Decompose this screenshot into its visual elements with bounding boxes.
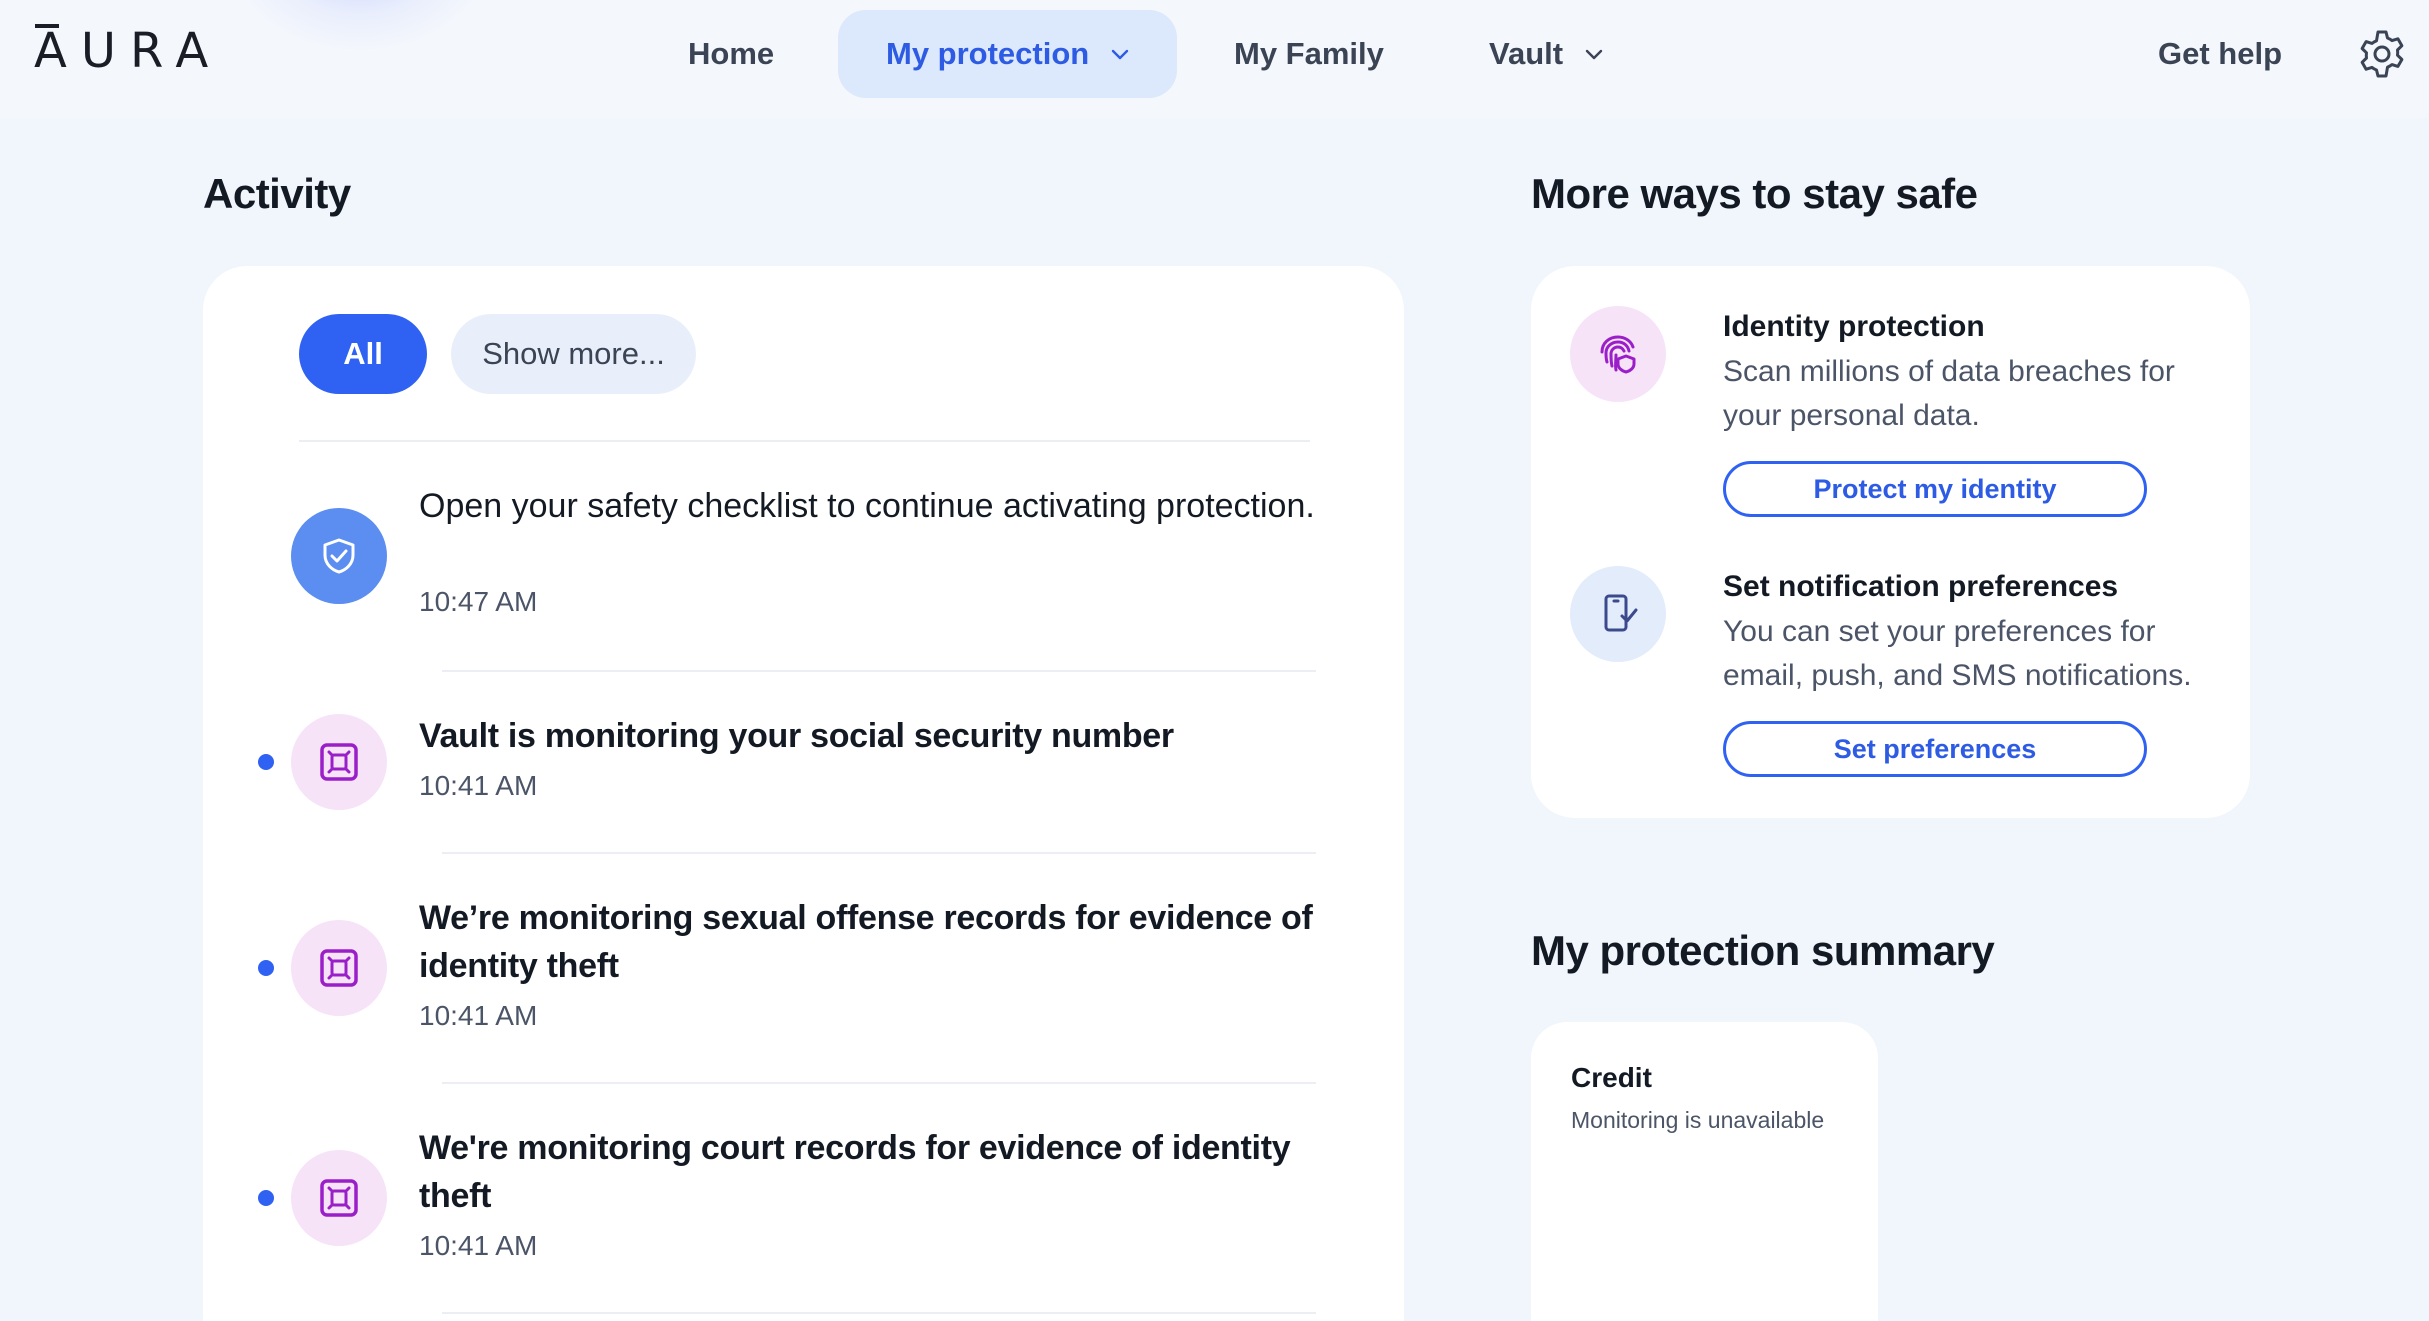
nav-home[interactable]: Home — [688, 10, 774, 98]
aura-logo[interactable]: AURA — [34, 22, 222, 80]
vault-icon — [291, 714, 387, 810]
identity-protection-desc: Scan millions of data breaches for your … — [1723, 355, 2175, 432]
chevron-down-icon — [1585, 49, 1603, 60]
set-preferences-button[interactable]: Set preferences — [1723, 721, 2147, 777]
nav-home-label: Home — [688, 36, 775, 71]
protection-summary-heading: My protection summary — [1531, 927, 1995, 974]
unread-dot — [258, 754, 274, 770]
notification-preferences-title: Set notification preferences — [1723, 570, 2119, 603]
activity-item-title: We’re monitoring sexual offense records … — [419, 899, 1313, 985]
nav-my-family[interactable]: My Family — [1234, 10, 1384, 98]
nav-my-protection[interactable]: My protection — [838, 10, 1178, 98]
get-help-label: Get help — [2158, 36, 2283, 71]
fingerprint-shield-icon — [1570, 306, 1666, 402]
nav-vault[interactable]: Vault — [1489, 10, 1603, 98]
divider — [442, 670, 1316, 672]
filter-all-button[interactable]: All — [299, 314, 427, 394]
divider — [442, 1082, 1316, 1084]
nav-vault-label: Vault — [1489, 36, 1564, 71]
shield-check-icon — [291, 508, 387, 604]
activity-item-time: 10:41 AM — [419, 1230, 538, 1261]
divider — [442, 852, 1316, 854]
header-glow — [230, 0, 490, 50]
unread-dot — [258, 960, 274, 976]
stay-safe-heading: More ways to stay safe — [1531, 170, 1978, 217]
nav-my-family-label: My Family — [1234, 36, 1384, 71]
divider — [299, 440, 1310, 442]
get-help-link[interactable]: Get help — [2158, 10, 2282, 98]
notification-preferences-desc: You can set your preferences for email, … — [1723, 615, 2192, 692]
activity-heading: Activity — [203, 170, 351, 217]
vault-icon — [291, 920, 387, 1016]
top-nav: AURA Home My protection My Family Vault … — [0, 0, 2429, 118]
protect-my-identity-button[interactable]: Protect my identity — [1723, 461, 2147, 517]
filter-show-more-button[interactable]: Show more... — [451, 314, 696, 394]
gear-icon[interactable] — [2356, 28, 2408, 80]
nav-my-protection-label: My protection — [886, 36, 1090, 71]
activity-item-title: We're monitoring court records for evide… — [419, 1129, 1291, 1215]
activity-item-time: 10:41 AM — [419, 770, 538, 801]
activity-item-time: 10:47 AM — [419, 586, 538, 617]
credit-status: Monitoring is unavailable — [1571, 1107, 1825, 1133]
chevron-down-icon — [1112, 49, 1129, 60]
activity-item-time: 10:41 AM — [419, 1000, 538, 1031]
credit-title: Credit — [1571, 1062, 1652, 1093]
identity-protection-title: Identity protection — [1723, 310, 1985, 343]
phone-check-icon — [1570, 566, 1666, 662]
activity-item-title: Open your safety checklist to continue a… — [419, 487, 1315, 525]
divider — [442, 1312, 1316, 1314]
vault-icon — [291, 1150, 387, 1246]
unread-dot — [258, 1190, 274, 1206]
activity-item-title: Vault is monitoring your social security… — [419, 717, 1174, 755]
